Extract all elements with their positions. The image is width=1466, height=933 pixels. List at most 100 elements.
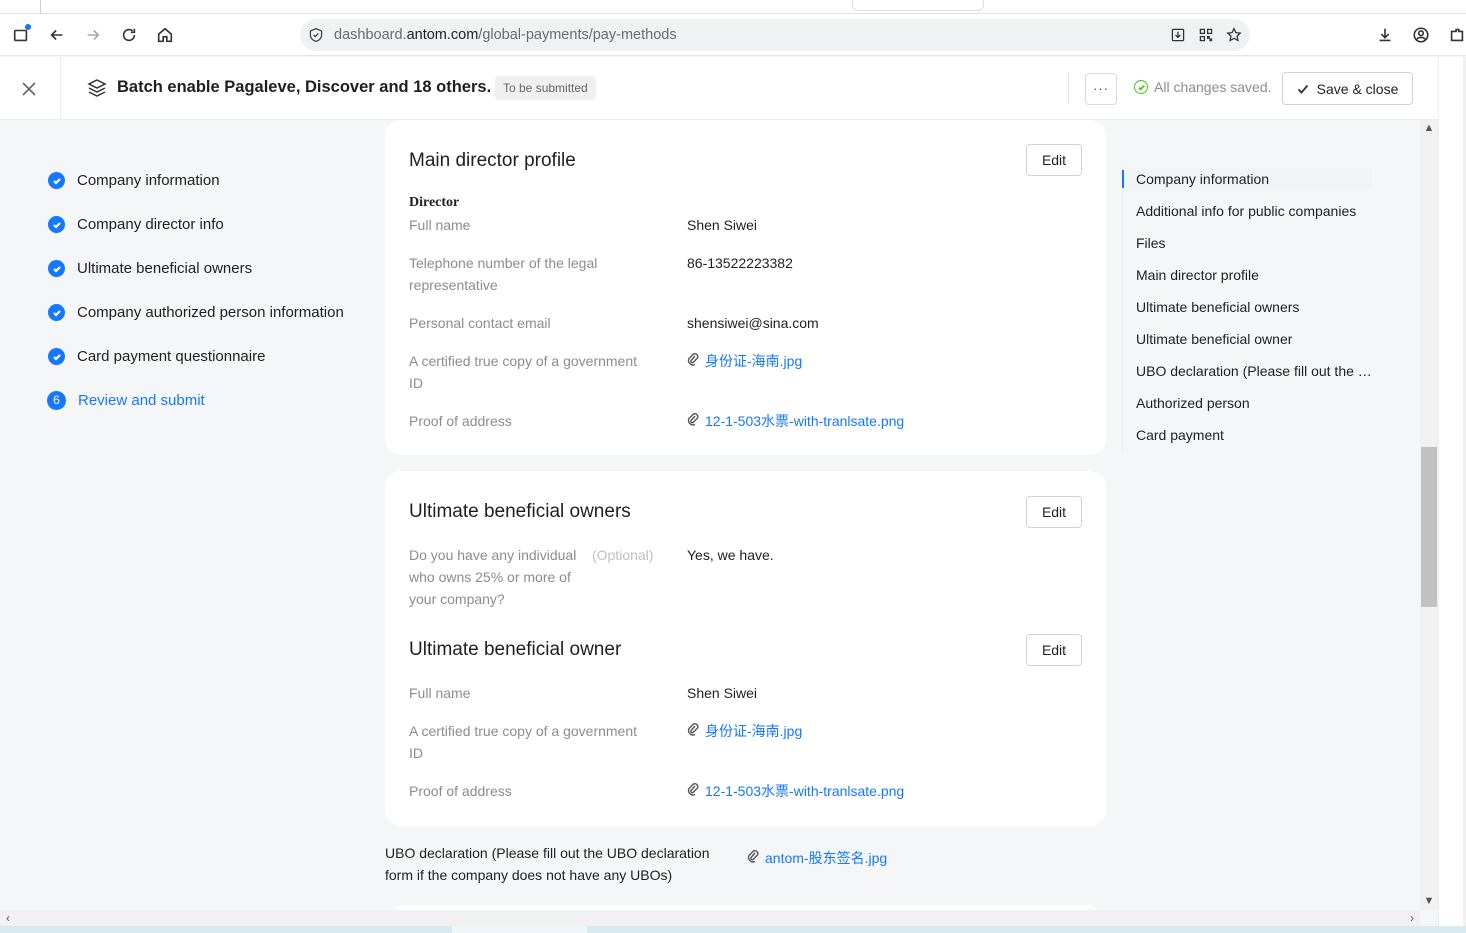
- step-ultimate-beneficial-owners[interactable]: Ultimate beneficial owners: [48, 260, 252, 277]
- back-arrow-icon[interactable]: [45, 23, 69, 47]
- install-app-icon[interactable]: [1168, 25, 1188, 45]
- check-icon: [1297, 84, 1308, 94]
- edit-ubo-button[interactable]: Edit: [1026, 496, 1082, 528]
- anchor-files[interactable]: Files: [1136, 232, 1166, 254]
- file-link[interactable]: 12-1-503水票-with-tranlsate.png: [687, 410, 904, 432]
- anchor-ultimate-beneficial-owner[interactable]: Ultimate beneficial owner: [1136, 328, 1292, 350]
- tab-separator: [40, 0, 41, 14]
- paperclip-icon: [687, 350, 699, 366]
- bookmark-star-icon[interactable]: [1224, 25, 1244, 45]
- scroll-left-icon[interactable]: ‹: [2, 912, 14, 924]
- status-badge: To be submitted: [495, 76, 596, 100]
- page-side-gutter: [1438, 57, 1466, 926]
- step-done-icon: [48, 304, 65, 321]
- field-label: A certified true copy of a government ID: [409, 353, 638, 391]
- director-subheading: Director: [409, 195, 460, 210]
- field-label: Do you have any individual who owns 25% …: [409, 547, 577, 607]
- check-circle-icon: [1134, 80, 1148, 94]
- qr-code-icon[interactable]: [1196, 25, 1216, 45]
- field-label: Proof of address: [409, 413, 512, 429]
- anchor-authorized-person[interactable]: Authorized person: [1136, 392, 1250, 414]
- ubo-card: Ultimate beneficial owners Edit Do you h…: [385, 471, 1106, 826]
- step-label: Company authorized person information: [77, 304, 344, 321]
- field-label: A certified true copy of a government ID: [409, 723, 638, 761]
- step-authorized-person[interactable]: Company authorized person information: [48, 304, 344, 321]
- anchor-additional-info[interactable]: Additional info for public companies: [1136, 200, 1356, 222]
- extensions-icon[interactable]: [1445, 23, 1466, 47]
- browser-tab-strip: [0, 0, 1466, 14]
- anchor-card-payment[interactable]: Card payment: [1136, 424, 1224, 446]
- anchor-main-director-profile[interactable]: Main director profile: [1136, 264, 1259, 286]
- header-divider: [60, 57, 61, 120]
- step-card-payment-questionnaire[interactable]: Card payment questionnaire: [48, 348, 265, 365]
- file-link[interactable]: 12-1-503水票-with-tranlsate.png: [687, 780, 904, 802]
- anchor-company-information[interactable]: Company information: [1124, 168, 1372, 190]
- scroll-right-icon[interactable]: ›: [1406, 912, 1418, 924]
- scroll-down-icon[interactable]: ▼: [1423, 895, 1435, 907]
- field-label: Full name: [409, 217, 471, 233]
- field-value: Yes, we have.: [687, 547, 774, 563]
- field-value: Shen Siwei: [687, 685, 758, 701]
- file-name: 身份证-海南.jpg: [705, 723, 803, 739]
- section-title: Ultimate beneficial owners: [409, 501, 631, 522]
- step-done-icon: [48, 172, 65, 189]
- taskbar-segment: [452, 926, 587, 933]
- step-label: Review and submit: [78, 392, 205, 409]
- paperclip-icon: [687, 410, 699, 426]
- file-name: 身份证-海南.jpg: [705, 353, 803, 369]
- main-director-card: Main director profile Edit Director Full…: [385, 120, 1106, 455]
- save-status: All changes saved.: [1134, 79, 1272, 95]
- scroll-up-icon[interactable]: ▲: [1423, 122, 1435, 134]
- anchor-ultimate-beneficial-owners[interactable]: Ultimate beneficial owners: [1136, 296, 1299, 318]
- step-label: Company information: [77, 172, 220, 189]
- horizontal-scrollbar[interactable]: ‹ ›: [0, 910, 1420, 926]
- profile-icon[interactable]: [1409, 23, 1433, 47]
- scrollbar-thumb[interactable]: [1421, 447, 1437, 607]
- edit-director-button[interactable]: Edit: [1026, 144, 1082, 176]
- optional-hint: (Optional): [592, 547, 654, 563]
- reload-icon[interactable]: [117, 23, 141, 47]
- step-label: Ultimate beneficial owners: [77, 260, 253, 277]
- step-done-icon: [48, 216, 65, 233]
- site-security-icon[interactable]: [306, 25, 326, 45]
- home-icon[interactable]: [153, 23, 177, 47]
- notification-dot: [25, 24, 31, 30]
- file-link[interactable]: antom-股东签名.jpg: [747, 847, 887, 869]
- anchor-ubo-declaration[interactable]: UBO declaration (Please fill out the UBO…: [1136, 360, 1378, 382]
- field-value: 86-13522223382: [687, 255, 793, 271]
- header-divider: [1068, 72, 1069, 104]
- address-bar[interactable]: dashboard.antom.com/global-payments/pay-…: [300, 19, 1250, 51]
- save-status-text: All changes saved.: [1154, 79, 1272, 95]
- page-title: Batch enable Pagaleve, Discover and 18 o…: [117, 78, 492, 96]
- anchor-active-indicator: [1122, 170, 1124, 188]
- step-company-director-info[interactable]: Company director info: [48, 216, 224, 233]
- paperclip-icon: [747, 847, 759, 863]
- close-icon[interactable]: [14, 74, 44, 104]
- url-text[interactable]: dashboard.antom.com/global-payments/pay-…: [334, 27, 677, 43]
- paperclip-icon: [687, 780, 699, 796]
- forward-arrow-icon[interactable]: [81, 23, 105, 47]
- step-review-and-submit[interactable]: 6 Review and submit: [47, 391, 205, 410]
- downloads-icon[interactable]: [1373, 23, 1397, 47]
- step-company-information[interactable]: Company information: [48, 172, 220, 189]
- field-label: Proof of address: [409, 783, 512, 799]
- edit-owner-button[interactable]: Edit: [1026, 634, 1082, 666]
- more-options-button[interactable]: ···: [1085, 73, 1117, 105]
- field-value: Shen Siwei: [687, 217, 758, 233]
- save-close-button[interactable]: Save & close: [1282, 72, 1413, 105]
- file-link[interactable]: 身份证-海南.jpg: [687, 720, 802, 742]
- browser-tab[interactable]: [852, 0, 984, 11]
- layers-icon: [86, 77, 108, 99]
- vertical-scrollbar[interactable]: ▲ ▼: [1420, 120, 1438, 910]
- step-done-icon: [48, 260, 65, 277]
- paperclip-icon: [687, 720, 699, 736]
- anchor-rail: [1122, 168, 1123, 450]
- file-name: 12-1-503水票-with-tranlsate.png: [705, 413, 905, 429]
- browser-toolbar: dashboard.antom.com/global-payments/pay-…: [0, 14, 1466, 56]
- field-label: Personal contact email: [409, 315, 551, 331]
- editor-header: Batch enable Pagaleve, Discover and 18 o…: [0, 57, 1438, 120]
- file-link[interactable]: 身份证-海南.jpg: [687, 350, 802, 372]
- field-label: Full name: [409, 685, 471, 701]
- section-title: Ultimate beneficial owner: [409, 639, 622, 660]
- step-label: Card payment questionnaire: [77, 348, 266, 365]
